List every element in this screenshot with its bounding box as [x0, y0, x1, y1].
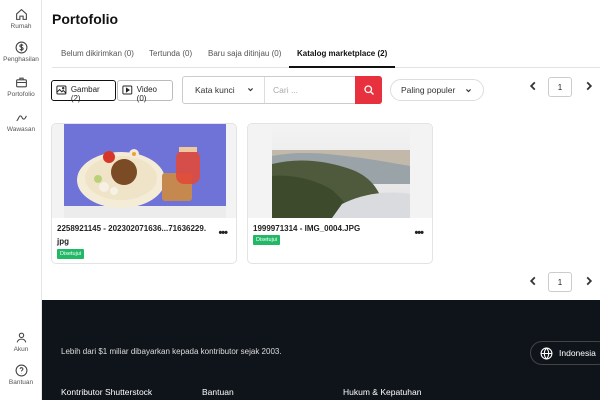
asset-thumbnail[interactable] — [272, 124, 410, 218]
asset-filename: 1999971314 - IMG_0004.JPG — [253, 224, 361, 233]
search-button[interactable] — [355, 76, 382, 104]
briefcase-icon — [15, 77, 27, 88]
more-options-icon[interactable]: ••• — [218, 227, 228, 239]
tab-pending[interactable]: Tertunda (0) — [149, 44, 192, 68]
search-bar: Kata kunci — [182, 76, 382, 104]
sidebar-item-account[interactable]: Akun — [0, 331, 42, 353]
page-title: Portofolio — [52, 11, 119, 27]
asset-thumbnail[interactable] — [64, 124, 226, 218]
help-icon — [15, 364, 27, 377]
more-options-icon[interactable]: ••• — [414, 227, 424, 239]
status-tabs: Belum dikirimkan (0) Tertunda (0) Baru s… — [52, 44, 600, 68]
chevron-down-icon — [466, 89, 471, 93]
search-icon — [363, 85, 374, 95]
tab-marketplace-catalog[interactable]: Katalog marketplace (2) — [289, 44, 396, 68]
sort-dropdown[interactable]: Paling populer — [390, 79, 484, 101]
page-number[interactable]: 1 — [548, 77, 572, 97]
chevron-right-icon[interactable] — [583, 80, 595, 92]
video-filter-button[interactable]: Video (0) — [117, 80, 173, 103]
sidebar-item-label: Akun — [13, 346, 29, 353]
home-icon — [15, 8, 27, 20]
footer-column-contributor[interactable]: Kontributor Shutterstock — [61, 387, 152, 397]
app-root: Rumah Penghasilan Portofolio Wawasan Aku… — [0, 0, 600, 400]
language-label: Indonesia — [559, 348, 596, 358]
chevron-left-icon[interactable] — [527, 275, 539, 287]
sidebar-item-label: Portofolio — [7, 91, 35, 98]
chevron-left-icon[interactable] — [527, 80, 539, 92]
pagination-top: 1 — [521, 77, 600, 97]
sidebar-item-label: Wawasan — [6, 126, 36, 133]
sidebar-item-label: Bantuan — [8, 379, 34, 386]
dollar-icon — [15, 41, 27, 54]
trend-icon — [15, 115, 27, 122]
footer-column-legal[interactable]: Hukum & Kepatuhan — [343, 387, 421, 397]
asset-filename: 2258921145 - 202302071636...71636229.jpg — [57, 224, 207, 246]
chevron-right-icon[interactable] — [583, 275, 595, 287]
language-selector[interactable]: Indonesia — [530, 341, 600, 365]
sidebar-item-earnings[interactable]: Penghasilan — [0, 41, 42, 63]
image-filter-label: Gambar (2) — [70, 85, 100, 103]
pagination-bottom: 1 — [521, 272, 600, 292]
footer: Lebih dari $1 miliar dibayarkan kepada k… — [42, 300, 600, 400]
globe-icon — [540, 347, 553, 360]
keyword-dropdown[interactable]: Kata kunci — [183, 77, 265, 103]
asset-card[interactable]: 1999971314 - IMG_0004.JPG ••• Disetujui — [247, 123, 433, 264]
sidebar-item-home[interactable]: Rumah — [0, 8, 42, 30]
sort-label: Paling populer — [401, 85, 456, 95]
sidebar-item-insights[interactable]: Wawasan — [0, 111, 42, 133]
status-badge: Disetujui — [253, 235, 281, 245]
sidebar-item-label: Penghasilan — [3, 56, 39, 63]
sidebar-item-portfolio[interactable]: Portofolio — [0, 76, 42, 98]
search-input[interactable] — [265, 77, 357, 103]
keyword-dropdown-label: Kata kunci — [195, 85, 235, 95]
status-badge: Disetujui — [57, 249, 85, 259]
page-number[interactable]: 1 — [548, 272, 572, 292]
video-filter-label: Video (0) — [136, 85, 157, 103]
image-icon — [56, 85, 67, 95]
user-icon — [16, 332, 26, 343]
footer-column-help[interactable]: Bantuan — [202, 387, 234, 397]
asset-card[interactable]: 2258921145 - 202302071636...71636229.jpg… — [51, 123, 237, 264]
chevron-down-icon — [248, 88, 253, 92]
tab-not-submitted[interactable]: Belum dikirimkan (0) — [61, 44, 134, 68]
video-icon — [122, 85, 133, 95]
sidebar-item-label: Rumah — [10, 23, 32, 30]
sidebar: Rumah Penghasilan Portofolio Wawasan Aku… — [0, 0, 42, 400]
image-filter-button[interactable]: Gambar (2) — [51, 80, 116, 103]
sidebar-item-help[interactable]: Bantuan — [0, 364, 42, 386]
tab-recently-reviewed[interactable]: Baru saja ditinjau (0) — [208, 44, 281, 68]
footer-tagline: Lebih dari $1 miliar dibayarkan kepada k… — [61, 347, 282, 356]
